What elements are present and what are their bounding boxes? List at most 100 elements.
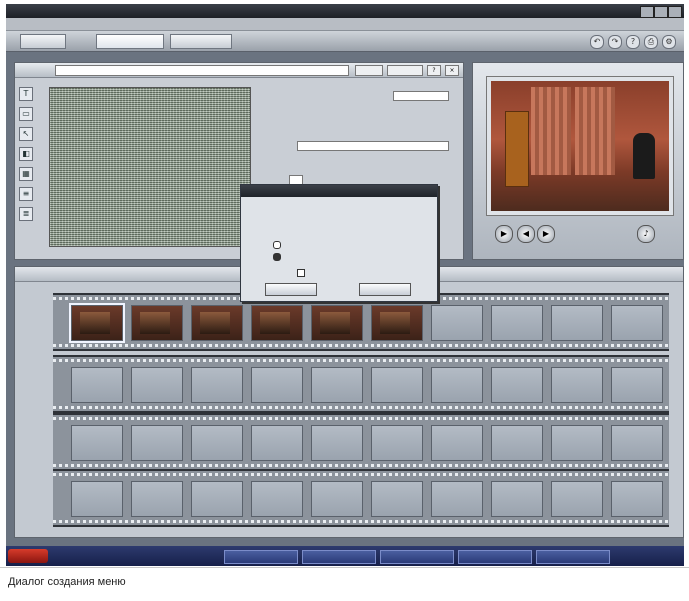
empty-slot[interactable] bbox=[251, 481, 303, 517]
image-tool-icon[interactable]: ▦ bbox=[19, 167, 33, 181]
empty-slot[interactable] bbox=[71, 481, 123, 517]
clip-thumbnail[interactable] bbox=[371, 305, 423, 341]
dialog-checkbox[interactable] bbox=[297, 269, 308, 277]
empty-slot[interactable] bbox=[611, 425, 663, 461]
radio-option-2[interactable] bbox=[273, 253, 403, 261]
empty-slot[interactable] bbox=[611, 305, 663, 341]
radio-icon[interactable] bbox=[273, 241, 281, 249]
empty-slot[interactable] bbox=[491, 367, 543, 403]
tab-make-movie[interactable] bbox=[170, 34, 232, 49]
settings-icon[interactable]: ⚙ bbox=[662, 35, 676, 49]
checkbox-icon[interactable] bbox=[297, 269, 305, 277]
fill-tool-icon[interactable]: ◧ bbox=[19, 147, 33, 161]
empty-slot[interactable] bbox=[311, 425, 363, 461]
menu-background-preview bbox=[49, 87, 251, 247]
layer-tool-icon[interactable]: ≡ bbox=[19, 187, 33, 201]
video-preview-panel: ▶ ◀ ▶ ♪ bbox=[472, 62, 684, 260]
play-button[interactable]: ▶ bbox=[495, 225, 513, 243]
empty-slot[interactable] bbox=[431, 305, 483, 341]
close-icon[interactable]: × bbox=[445, 65, 459, 76]
property-field[interactable] bbox=[297, 141, 449, 151]
radio-icon[interactable] bbox=[273, 253, 281, 261]
empty-slot[interactable] bbox=[431, 481, 483, 517]
player-controls: ▶ ◀ ▶ ♪ bbox=[487, 221, 669, 249]
cancel-button[interactable] bbox=[359, 283, 411, 296]
empty-slot[interactable] bbox=[131, 367, 183, 403]
taskbar-item[interactable] bbox=[458, 550, 532, 564]
empty-slot[interactable] bbox=[131, 481, 183, 517]
undo-icon[interactable]: ↶ bbox=[590, 35, 604, 49]
redo-icon[interactable]: ↷ bbox=[608, 35, 622, 49]
clip-thumbnail[interactable] bbox=[131, 305, 183, 341]
empty-slot[interactable] bbox=[371, 425, 423, 461]
radio-option-1[interactable] bbox=[273, 241, 403, 249]
maximize-button[interactable] bbox=[654, 6, 668, 18]
app-screenshot: ↶ ↷ ? ⎙ ⚙ ? × T ▭ ↖ ◧ ▦ ≡ ≣ ▶ ◀ ▶ ♪ bbox=[6, 4, 684, 566]
empty-slot[interactable] bbox=[251, 425, 303, 461]
create-menu-dialog bbox=[240, 184, 438, 302]
empty-slot[interactable] bbox=[191, 481, 243, 517]
close-button[interactable] bbox=[668, 6, 682, 18]
empty-slot[interactable] bbox=[431, 425, 483, 461]
empty-slot[interactable] bbox=[551, 367, 603, 403]
clip-thumbnail[interactable] bbox=[311, 305, 363, 341]
preview-screen bbox=[487, 77, 673, 215]
shape-tool-icon[interactable]: ▭ bbox=[19, 107, 33, 121]
pointer-tool-icon[interactable]: ↖ bbox=[19, 127, 33, 141]
empty-slot[interactable] bbox=[371, 367, 423, 403]
tab-edit[interactable] bbox=[96, 34, 164, 49]
taskbar-item[interactable] bbox=[380, 550, 454, 564]
empty-slot[interactable] bbox=[311, 481, 363, 517]
menu-bar bbox=[6, 18, 684, 31]
forward-icon[interactable]: ▶ bbox=[537, 225, 555, 243]
mode-toolbar: ↶ ↷ ? ⎙ ⚙ bbox=[6, 31, 684, 52]
empty-slot[interactable] bbox=[71, 367, 123, 403]
help-icon[interactable]: ? bbox=[626, 35, 640, 49]
clip-thumbnail[interactable] bbox=[191, 305, 243, 341]
album-icon[interactable]: ⎙ bbox=[644, 35, 658, 49]
menu-name-field[interactable] bbox=[55, 65, 349, 76]
minimize-button[interactable] bbox=[640, 6, 654, 18]
property-field[interactable] bbox=[393, 91, 449, 101]
empty-slot[interactable] bbox=[491, 481, 543, 517]
curtain bbox=[531, 87, 571, 175]
empty-slot[interactable] bbox=[491, 425, 543, 461]
empty-slot[interactable] bbox=[371, 481, 423, 517]
empty-slot[interactable] bbox=[131, 425, 183, 461]
empty-slot[interactable] bbox=[431, 367, 483, 403]
person bbox=[633, 133, 655, 179]
clip-thumbnail[interactable] bbox=[69, 303, 125, 343]
empty-slot[interactable] bbox=[191, 425, 243, 461]
storyboard-strip bbox=[53, 469, 669, 527]
empty-slot[interactable] bbox=[551, 305, 603, 341]
volume-icon[interactable]: ♪ bbox=[637, 225, 655, 243]
taskbar-item[interactable] bbox=[302, 550, 376, 564]
empty-slot[interactable] bbox=[611, 481, 663, 517]
header-button[interactable] bbox=[355, 65, 383, 76]
empty-slot[interactable] bbox=[311, 367, 363, 403]
wardrobe bbox=[505, 111, 529, 187]
header-button[interactable] bbox=[387, 65, 423, 76]
text-tool-icon[interactable]: T bbox=[19, 87, 33, 101]
empty-slot[interactable] bbox=[551, 425, 603, 461]
curtain bbox=[575, 87, 615, 175]
empty-slot[interactable] bbox=[191, 367, 243, 403]
taskbar-item[interactable] bbox=[224, 550, 298, 564]
ok-button[interactable] bbox=[265, 283, 317, 296]
tab-capture[interactable] bbox=[20, 34, 66, 49]
editor-side-tools: T ▭ ↖ ◧ ▦ ≡ ≣ bbox=[17, 81, 33, 227]
storyboard-panel bbox=[14, 266, 684, 538]
rewind-icon[interactable]: ◀ bbox=[517, 225, 535, 243]
clip-thumbnail[interactable] bbox=[251, 305, 303, 341]
taskbar-item[interactable] bbox=[536, 550, 610, 564]
start-button[interactable] bbox=[8, 549, 48, 563]
empty-slot[interactable] bbox=[491, 305, 543, 341]
empty-slot[interactable] bbox=[251, 367, 303, 403]
empty-slot[interactable] bbox=[551, 481, 603, 517]
help-button[interactable]: ? bbox=[427, 65, 441, 76]
align-tool-icon[interactable]: ≣ bbox=[19, 207, 33, 221]
empty-slot[interactable] bbox=[611, 367, 663, 403]
empty-slot[interactable] bbox=[71, 425, 123, 461]
menu-editor-header: ? × bbox=[15, 63, 463, 78]
caption-divider bbox=[0, 567, 689, 568]
